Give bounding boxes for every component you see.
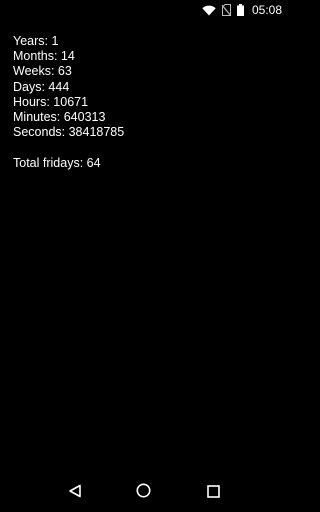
battery-icon (236, 4, 244, 16)
stat-months: Months: 14 (13, 49, 75, 64)
recents-button[interactable] (193, 472, 233, 512)
app-screen: 05:08 Years: 1 Months: 14 Weeks: 63 Days… (0, 0, 288, 512)
stat-hours: Hours: 10671 (13, 94, 89, 109)
no-sim-icon (221, 4, 231, 16)
status-time: 05:08 (251, 3, 282, 17)
stat-weeks: Weeks: 63 (13, 64, 72, 79)
stat-total-fridays: Total fridays: 64 (13, 155, 101, 170)
back-icon (68, 483, 82, 502)
recents-icon (207, 483, 220, 502)
back-button[interactable] (55, 472, 95, 512)
navigation-bar (0, 472, 288, 512)
stat-minutes: Minutes: 640313 (13, 110, 106, 125)
home-icon (136, 483, 151, 502)
stat-days: Days: 444 (13, 79, 70, 94)
stats-panel: Years: 1 Months: 14 Weeks: 63 Days: 444 … (13, 34, 278, 171)
stat-seconds: Seconds: 38418785 (13, 125, 125, 140)
stat-years: Years: 1 (13, 34, 59, 48)
home-button[interactable] (124, 472, 164, 512)
wifi-icon (202, 5, 216, 16)
status-bar: 05:08 (0, 0, 288, 20)
